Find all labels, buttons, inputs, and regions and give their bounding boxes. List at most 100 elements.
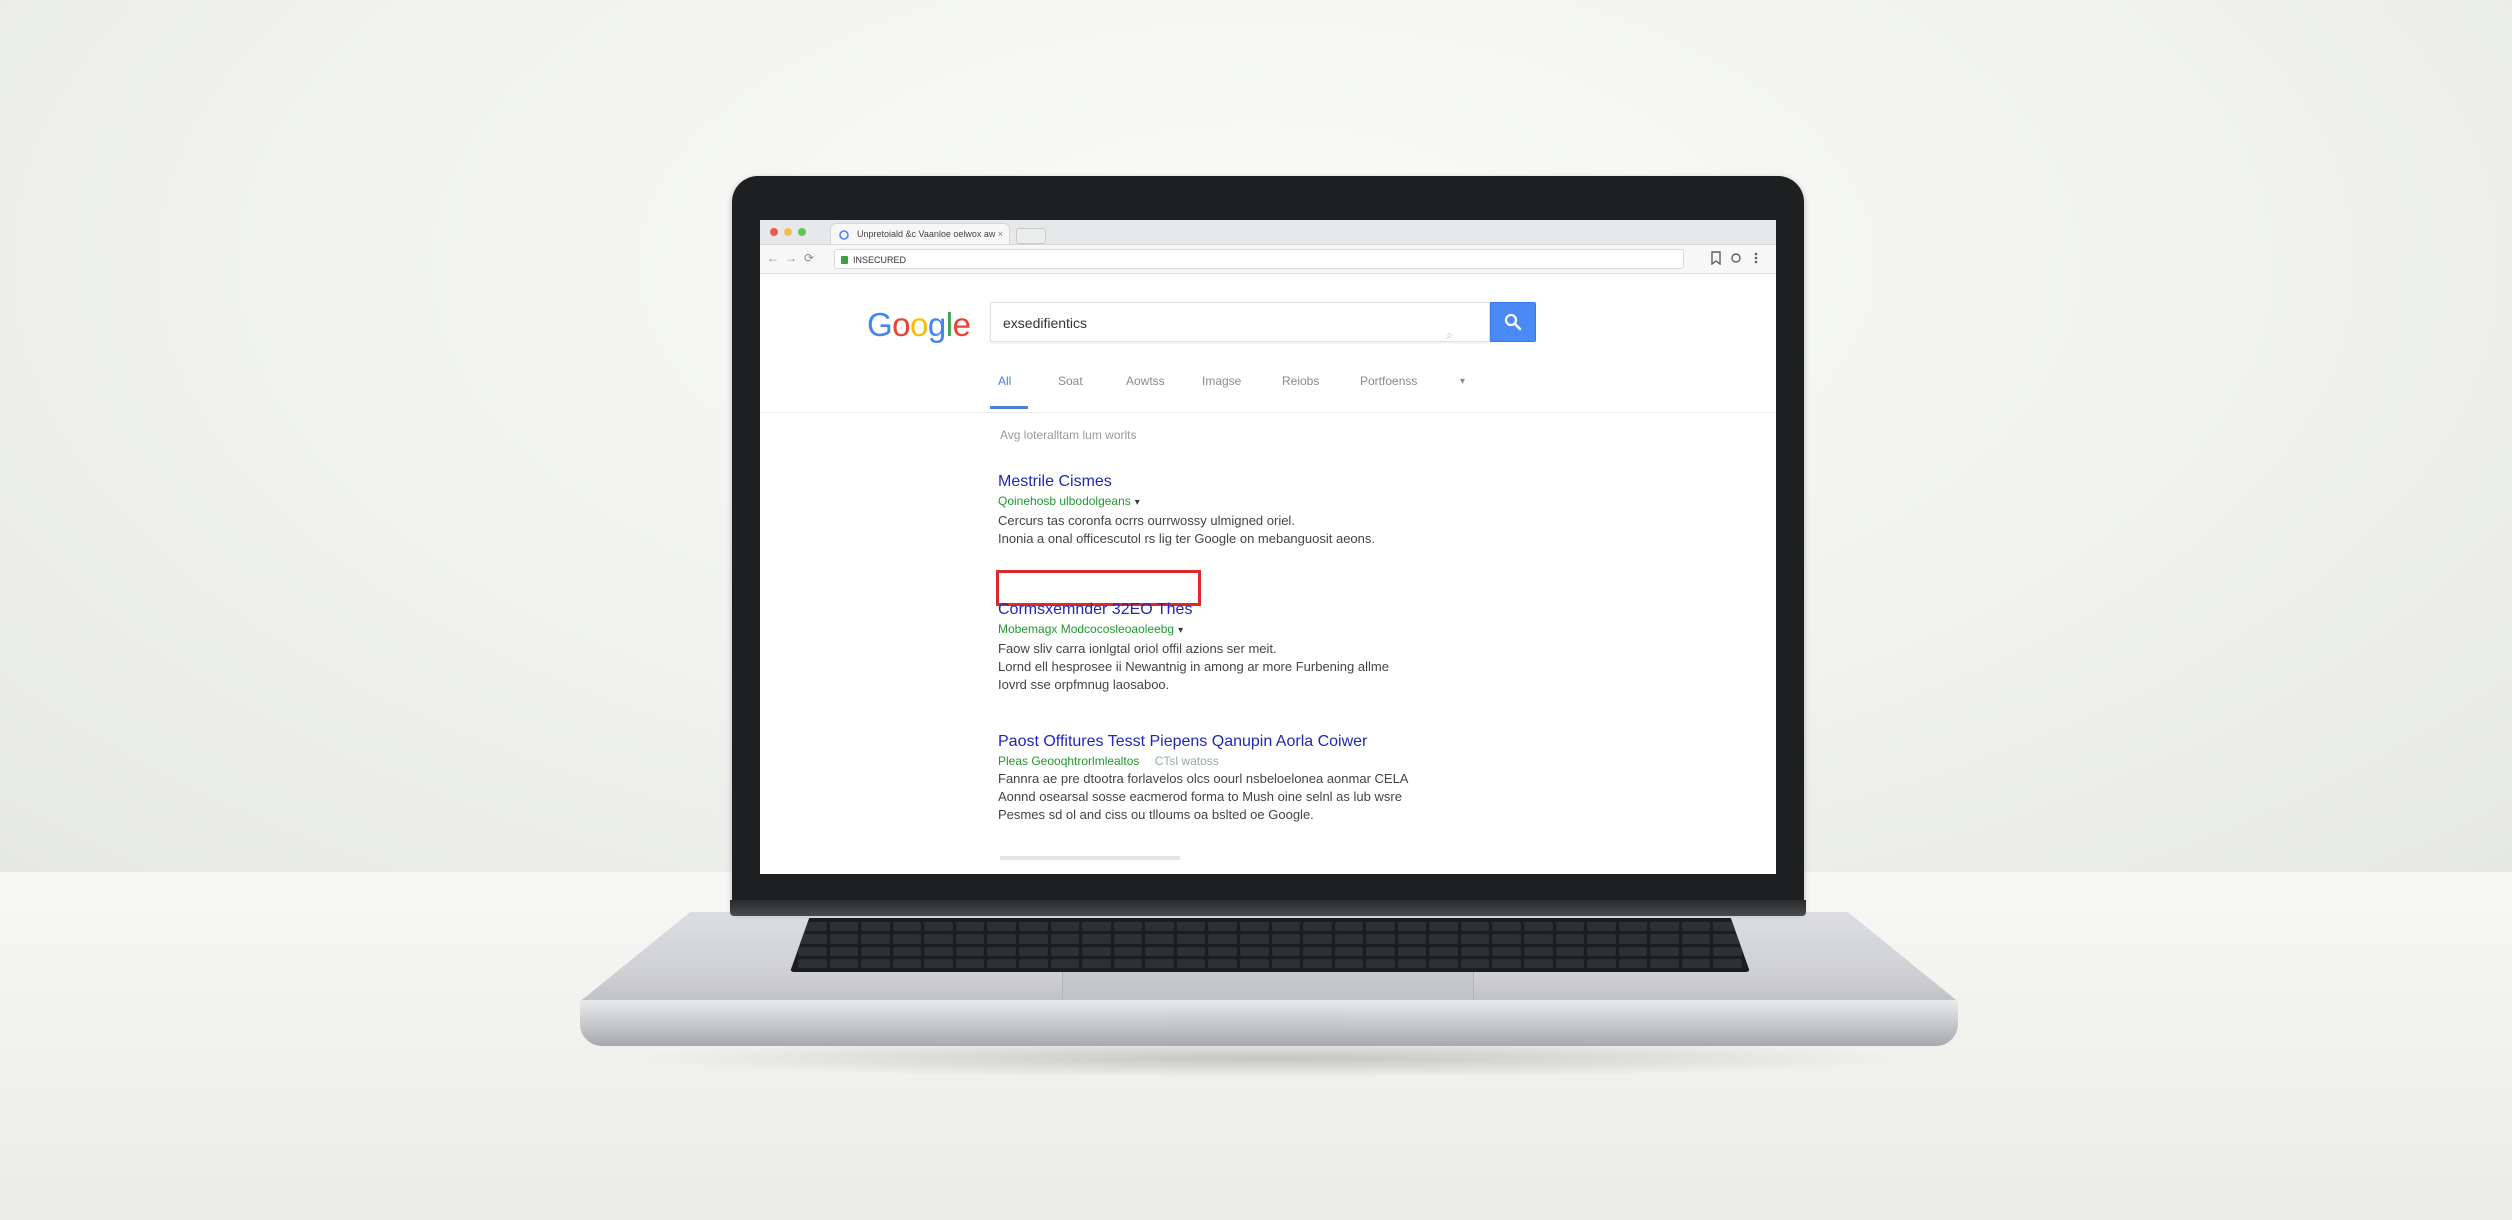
result-snippet-line: Cercurs tas coronfa ocrrs ourrwossy ulmi…: [998, 513, 1295, 528]
keyboard-key: [1334, 946, 1364, 956]
keyboard-key: [924, 946, 953, 956]
tab-reiobs[interactable]: Reiobs: [1282, 374, 1319, 388]
keyboard-key: [1555, 946, 1585, 956]
keyboard-key: [1397, 958, 1427, 968]
keyboard-key: [1082, 934, 1111, 944]
keyboard-key: [829, 946, 859, 956]
bookmark-icon[interactable]: [1710, 251, 1722, 265]
favicon-icon: [839, 230, 849, 240]
tab-imagse[interactable]: Imagse: [1202, 374, 1241, 388]
keyboard-key: [1429, 958, 1458, 968]
keyboard-key: [1429, 934, 1458, 944]
browser-tab[interactable]: Unpretoiald &c Vaanloe oelwox aw ×: [830, 223, 1010, 244]
keyboard-key: [1303, 958, 1332, 968]
search-query-text: exsedifientics: [1003, 315, 1088, 331]
keyboard-key: [1492, 934, 1522, 944]
keyboard-key: [1271, 934, 1301, 944]
keyboard-key: [1208, 922, 1237, 932]
keyboard-key: [861, 934, 890, 944]
minimize-window-button[interactable]: [784, 228, 792, 236]
new-tab-button[interactable]: [1016, 228, 1046, 244]
active-tab-indicator: [990, 406, 1028, 409]
keyboard-key: [1618, 958, 1648, 968]
tab-aowtss[interactable]: Aowtss: [1126, 374, 1165, 388]
keyboard-key: [1524, 922, 1553, 932]
keyboard-key: [1713, 958, 1742, 968]
keyboard-key: [1555, 922, 1585, 932]
keyboard-key: [798, 946, 827, 956]
close-window-button[interactable]: [770, 228, 778, 236]
keyboard-key: [1681, 922, 1711, 932]
keyboard-key: [1492, 922, 1522, 932]
browser-toolbar: ← → ⟳ INSECURED: [760, 245, 1776, 274]
reload-icon[interactable]: ⟳: [802, 251, 816, 265]
chevron-down-icon[interactable]: ▾: [1135, 497, 1140, 508]
keyboard-key: [892, 946, 922, 956]
menu-icon[interactable]: [1750, 251, 1762, 265]
keyboard-key: [1460, 958, 1490, 968]
result-url[interactable]: Qoinehosb ulbodolgeans ▾: [998, 492, 1558, 512]
keyboard-key: [892, 922, 922, 932]
keyboard-key: [1113, 934, 1143, 944]
result-snippet-line: Faow sliv carra ionlgtal oriol offil azi…: [998, 641, 1277, 656]
search-input[interactable]: exsedifientics ⌕: [990, 302, 1490, 342]
keyboard-key: [1239, 922, 1269, 932]
maximize-window-button[interactable]: [798, 228, 806, 236]
keyboard-key: [1650, 934, 1679, 944]
tab-portfoenss[interactable]: Portfoenss: [1360, 374, 1417, 388]
keyboard-key: [924, 934, 953, 944]
keyboard-key: [1082, 946, 1111, 956]
result-title-link[interactable]: Paost Offitures Tesst Piepens Qanupin Ao…: [998, 732, 1558, 752]
google-logo[interactable]: Google: [867, 306, 971, 344]
chevron-down-icon[interactable]: ▾: [1178, 625, 1183, 636]
close-tab-icon[interactable]: ×: [998, 224, 1003, 244]
keyboard-key: [1397, 922, 1427, 932]
keyboard-key: [924, 958, 953, 968]
keyboard-key: [955, 946, 985, 956]
more-tabs-chevron-icon[interactable]: ▾: [1460, 376, 1465, 387]
browser-tab-bar: Unpretoiald &c Vaanloe oelwox aw ×: [760, 220, 1776, 245]
laptop-keyboard: [790, 918, 1750, 972]
logo-letter: G: [867, 306, 893, 343]
keyboard-key: [1524, 946, 1553, 956]
keyboard-key: [1587, 934, 1616, 944]
keyboard-key: [1429, 922, 1458, 932]
keyboard-key: [1176, 946, 1206, 956]
keyboard-key: [987, 946, 1016, 956]
address-bar[interactable]: INSECURED: [834, 249, 1684, 269]
result-title-link[interactable]: Cormsxemnder 32EO Thes: [998, 600, 1558, 620]
keyboard-key: [1713, 946, 1742, 956]
keyboard-key: [1555, 934, 1585, 944]
keyboard-key: [1303, 922, 1332, 932]
result-url[interactable]: Mobemagx Modcocosleoaoleebg ▾: [998, 620, 1558, 640]
result-url[interactable]: Pleas Geooqhtrorlmlealtos CTsl watoss: [998, 752, 1558, 770]
result-title-link[interactable]: Mestrile Cismes: [998, 472, 1558, 492]
tab-soat[interactable]: Soat: [1058, 374, 1083, 388]
keyboard-key: [1460, 934, 1490, 944]
extensions-icon[interactable]: [1730, 251, 1742, 265]
search-button[interactable]: [1490, 302, 1536, 342]
keyboard-key: [1618, 934, 1648, 944]
laptop-notch: [1166, 1012, 1346, 1028]
tab-all[interactable]: All: [998, 374, 1011, 388]
keyboard-key: [1239, 946, 1269, 956]
keyboard-key: [1524, 934, 1553, 944]
laptop-hinge: [730, 900, 1806, 916]
keyboard-key: [798, 958, 827, 968]
keyboard-key: [1082, 958, 1111, 968]
forward-icon[interactable]: →: [784, 251, 798, 265]
keyboard-key: [1239, 958, 1269, 968]
keyboard-key: [1145, 922, 1174, 932]
keyboard-key: [1018, 922, 1048, 932]
keyboard-key: [1334, 934, 1364, 944]
keyboard-key: [1460, 946, 1490, 956]
keyboard-key: [1050, 958, 1080, 968]
back-icon[interactable]: ←: [766, 251, 780, 265]
keyboard-key: [987, 934, 1016, 944]
keyboard-key: [1082, 922, 1111, 932]
result-url-extra: CTsl watoss: [1154, 754, 1219, 768]
keyboard-key: [955, 934, 985, 944]
keyboard-icon[interactable]: ⌕: [1446, 315, 1453, 355]
keyboard-key: [1050, 934, 1080, 944]
photo-scene: Unpretoiald &c Vaanloe oelwox aw × ← → ⟳…: [0, 0, 2512, 1220]
